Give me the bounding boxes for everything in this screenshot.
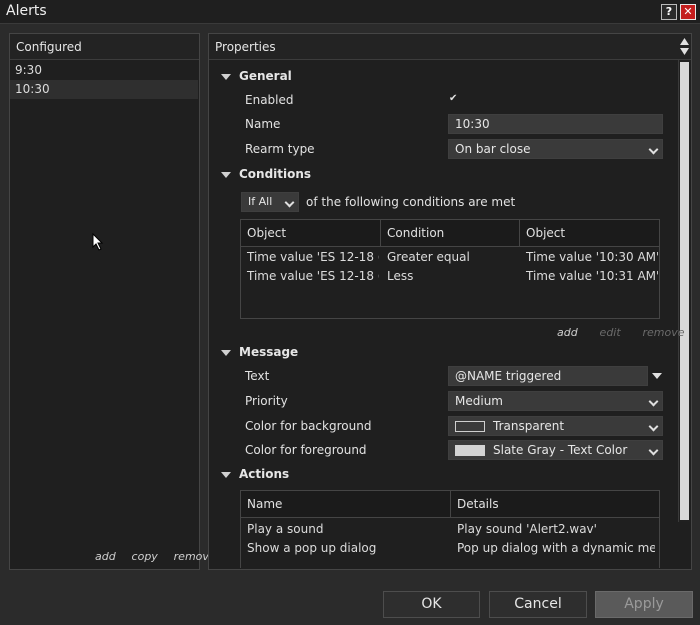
- ok-button[interactable]: OK: [383, 591, 480, 618]
- bg-color-select[interactable]: Transparent: [448, 416, 663, 436]
- condition-mode-value: If All: [248, 195, 273, 208]
- close-button[interactable]: ✕: [680, 4, 696, 20]
- collapse-triangle-icon[interactable]: [221, 74, 231, 80]
- enabled-label: Enabled: [245, 93, 294, 107]
- section-actions: Actions: [239, 467, 290, 481]
- actions-col-details[interactable]: Details: [451, 491, 659, 518]
- conditions-edit-link[interactable]: edit: [600, 326, 621, 339]
- enabled-checkbox[interactable]: ✔: [449, 93, 457, 104]
- conditions-table: Object Condition Object Time value 'ES 1…: [240, 219, 660, 319]
- table-row-cell[interactable]: Time value '10:31 AM': [520, 267, 658, 286]
- fg-color-value: Slate Gray - Text Color: [493, 443, 628, 457]
- scroll-down-icon[interactable]: [680, 48, 689, 55]
- table-row-cell[interactable]: Pop up dialog with a dynamic message: [451, 539, 655, 558]
- cancel-button[interactable]: Cancel: [489, 591, 587, 618]
- text-dropdown-icon[interactable]: [652, 373, 662, 379]
- priority-label: Priority: [245, 394, 288, 408]
- priority-select[interactable]: Medium: [448, 391, 663, 411]
- title-bar: Alerts ? ✕: [0, 0, 700, 24]
- condition-mode-suffix: of the following conditions are met: [306, 195, 516, 209]
- configured-add-link[interactable]: add: [95, 550, 116, 563]
- conditions-actions: add edit remove: [557, 325, 685, 339]
- configured-copy-link[interactable]: copy: [132, 550, 158, 563]
- table-row-cell[interactable]: Time value '10:30 AM': [520, 248, 658, 267]
- table-row-cell[interactable]: Show a pop up dialog: [241, 539, 449, 558]
- name-input[interactable]: 10:30: [448, 114, 663, 134]
- scroll-up-icon[interactable]: [680, 38, 689, 45]
- section-general: General: [239, 69, 292, 83]
- condition-mode-select[interactable]: If All: [241, 192, 299, 212]
- section-conditions: Conditions: [239, 167, 312, 181]
- chevron-down-icon: [284, 197, 295, 208]
- window-title: Alerts: [6, 3, 47, 19]
- text-input[interactable]: @NAME triggered: [448, 366, 648, 386]
- name-label: Name: [245, 117, 281, 131]
- help-button[interactable]: ?: [661, 4, 677, 20]
- fg-color-label: Color for foreground: [245, 443, 367, 457]
- conditions-remove-link[interactable]: remove: [643, 326, 685, 339]
- conditions-add-link[interactable]: add: [557, 326, 578, 339]
- bg-color-label: Color for background: [245, 419, 372, 433]
- chevron-down-icon: [648, 445, 659, 456]
- chevron-down-icon: [648, 396, 659, 407]
- rearm-select[interactable]: On bar close: [448, 139, 663, 159]
- properties-header: Properties: [209, 34, 691, 60]
- configured-actions: add copy remove: [95, 549, 216, 563]
- rearm-value: On bar close: [455, 142, 531, 156]
- help-icon: ?: [665, 5, 673, 18]
- rearm-label: Rearm type: [245, 142, 315, 156]
- table-row-cell[interactable]: Time value 'ES 12-18 (1: [241, 267, 379, 286]
- table-row-cell[interactable]: Play a sound: [241, 520, 449, 539]
- conditions-col-condition[interactable]: Condition: [381, 220, 520, 247]
- configured-item-930[interactable]: 9:30: [10, 61, 198, 80]
- conditions-col-object2[interactable]: Object: [520, 220, 659, 247]
- apply-button[interactable]: Apply: [595, 591, 693, 618]
- collapse-triangle-icon[interactable]: [221, 350, 231, 356]
- bg-color-swatch: [455, 421, 485, 432]
- fg-color-swatch: [455, 445, 485, 456]
- section-message: Message: [239, 345, 299, 359]
- text-label: Text: [245, 369, 270, 383]
- table-row-cell[interactable]: Time value 'ES 12-18 (1: [241, 248, 379, 267]
- collapse-triangle-icon[interactable]: [221, 472, 231, 478]
- bg-color-value: Transparent: [493, 419, 565, 433]
- actions-table: Name Details Play a sound Play sound 'Al…: [240, 490, 660, 568]
- configured-item-1030[interactable]: 10:30: [10, 80, 198, 99]
- configured-header: Configured: [10, 34, 199, 60]
- conditions-col-object[interactable]: Object: [241, 220, 381, 247]
- table-row-cell[interactable]: Greater equal: [381, 248, 519, 267]
- fg-color-select[interactable]: Slate Gray - Text Color: [448, 440, 663, 460]
- chevron-down-icon: [648, 144, 659, 155]
- table-row-cell[interactable]: Play sound 'Alert2.wav': [451, 520, 655, 539]
- mouse-cursor-icon: [92, 233, 104, 251]
- collapse-triangle-icon[interactable]: [221, 172, 231, 178]
- chevron-down-icon: [648, 421, 659, 432]
- table-row-cell[interactable]: Less: [381, 267, 519, 286]
- configured-panel: Configured: [9, 33, 200, 570]
- priority-value: Medium: [455, 394, 503, 408]
- close-icon: ✕: [683, 5, 693, 18]
- scrollbar-thumb[interactable]: [680, 62, 689, 520]
- actions-col-name[interactable]: Name: [241, 491, 451, 518]
